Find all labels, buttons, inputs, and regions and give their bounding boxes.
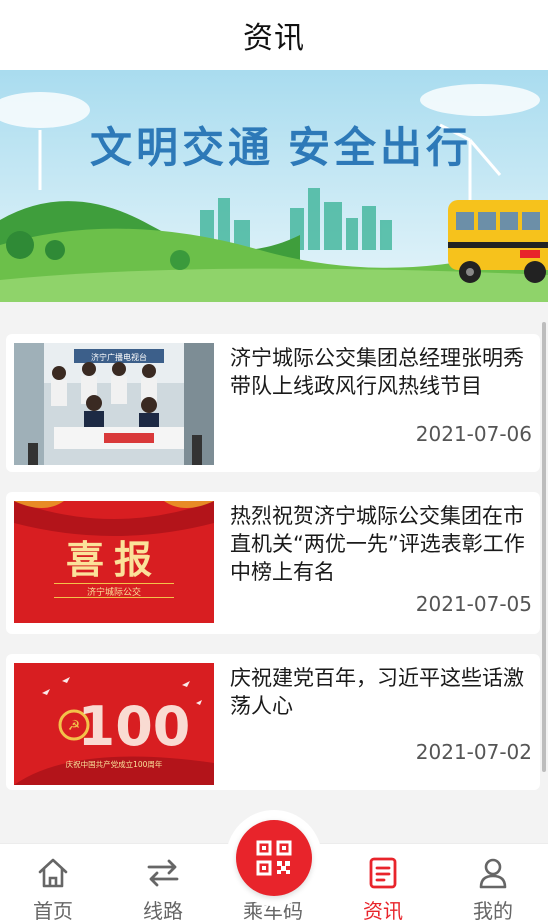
news-date: 2021-07-02 xyxy=(415,740,532,764)
tab-label: 首页 xyxy=(33,899,73,923)
banner-slogan-left: 文明交通 xyxy=(90,123,274,172)
news-item[interactable]: 喜报 济宁城际公交 热烈祝贺济宁城际公交集团在市直机关“两优一先”评选表彰工作中… xyxy=(6,492,540,634)
news-item[interactable]: ☭ 100 庆祝中国共产党成立100周年 庆祝建党百年，习近平这些话激荡人心 2… xyxy=(6,654,540,790)
svg-text:济宁广播电视台: 济宁广播电视台 xyxy=(91,352,147,362)
tab-mine[interactable]: 我的 xyxy=(438,844,548,923)
tab-routes[interactable]: 线路 xyxy=(108,844,218,923)
news-icon xyxy=(368,856,398,889)
scrollbar[interactable] xyxy=(542,322,546,772)
tab-label: 我的 xyxy=(473,899,513,923)
tab-home[interactable]: 首页 xyxy=(0,844,108,923)
svg-text:庆祝中国共产党成立100周年: 庆祝中国共产党成立100周年 xyxy=(66,759,163,769)
svg-text:济宁城际公交: 济宁城际公交 xyxy=(87,586,141,598)
banner[interactable]: 文明交通 安全出行 xyxy=(0,70,548,302)
svg-text:喜报: 喜报 xyxy=(66,537,162,582)
home-icon xyxy=(36,856,70,889)
user-icon xyxy=(478,856,508,889)
app-header: 资讯 xyxy=(0,0,548,70)
news-title: 热烈祝贺济宁城际公交集团在市直机关“两优一先”评选表彰工作中榜上有名 xyxy=(230,504,525,584)
news-title: 庆祝建党百年，习近平这些话激荡人心 xyxy=(230,666,524,718)
page-title: 资讯 xyxy=(243,21,305,56)
ride-code-button-wrap xyxy=(226,810,322,906)
news-date: 2021-07-05 xyxy=(415,592,532,616)
banner-illustration: 文明交通 安全出行 xyxy=(0,70,548,302)
route-arrows-icon xyxy=(145,856,181,889)
news-title: 济宁城际公交集团总经理张明秀带队上线政风行风热线节目 xyxy=(230,346,524,398)
qr-code-icon xyxy=(256,840,292,876)
svg-text:100: 100 xyxy=(78,695,191,758)
party-100-poster-icon: ☭ 100 庆祝中国共产党成立100周年 xyxy=(14,663,214,785)
ride-code-button[interactable] xyxy=(236,820,312,896)
banner-slogan-right: 安全出行 xyxy=(288,123,472,172)
studio-photo-icon: 济宁广播电视台 xyxy=(14,343,214,465)
news-date: 2021-07-06 xyxy=(415,422,532,446)
tab-label: 线路 xyxy=(143,899,183,923)
news-item[interactable]: 济宁广播电视台 济宁城际公交集团总经理张明秀带队上线政风行风热线节目 2021-… xyxy=(6,334,540,472)
tab-news[interactable]: 资讯 xyxy=(328,844,438,923)
news-list: 济宁广播电视台 济宁城际公交集团总经理张明秀带队上线政风行风热线节目 2021-… xyxy=(0,302,548,842)
tab-label: 资讯 xyxy=(363,899,403,923)
xibao-poster-icon: 喜报 济宁城际公交 xyxy=(14,501,214,623)
